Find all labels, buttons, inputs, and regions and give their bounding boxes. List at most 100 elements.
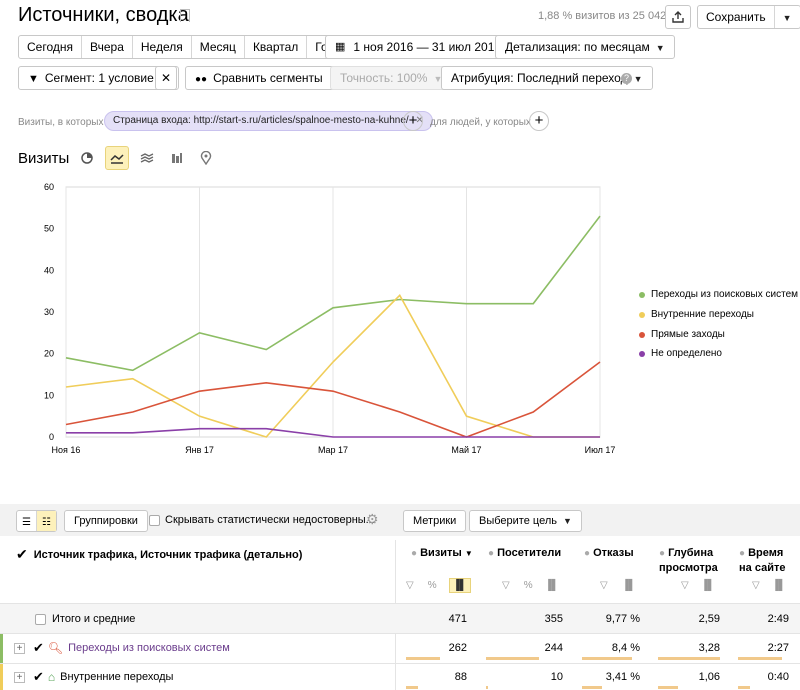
value-bar [406,686,418,689]
row-bounces: 8,4 % [611,642,640,654]
chart-type-area[interactable] [135,146,159,170]
y-tick-label: 60 [44,182,54,192]
metrics-button[interactable]: Метрики [403,510,467,532]
filter-icon[interactable]: ▽ [752,580,760,591]
goal-select[interactable]: Выберите цель ▼ [469,510,582,532]
detail-select[interactable]: Детализация: по месяцам ▼ [495,35,675,59]
save-dropdown-button[interactable]: ▼ [775,6,800,28]
checkmark-icon[interactable]: ✔ [33,640,44,656]
list-icon: ☰ [22,517,31,528]
period-selector: Сегодня Вчера Неделя Месяц Квартал Год [18,35,344,59]
period-today[interactable]: Сегодня [19,36,82,58]
percent-toggle[interactable]: % [524,580,533,591]
add-condition-button[interactable]: + [403,111,423,131]
chevron-down-icon: ▼ [655,43,665,53]
bar-chart-icon[interactable]: ▐▌ [701,580,715,591]
column-header-bounces[interactable]: ● Отказы [584,546,634,561]
totals-visits: 471 [448,613,467,625]
checkmark-icon[interactable]: ✔ [33,669,44,685]
period-month[interactable]: Месяц [192,36,245,58]
accuracy-label: Точность: 100% [340,71,428,85]
y-tick-label: 0 [49,432,54,442]
bar-chart-icon[interactable]: ▐▌ [622,580,636,591]
calendar-icon: ▦ [335,41,346,53]
x-tick-label: Мар 17 [318,445,348,455]
chart-type-bar[interactable] [165,146,189,170]
list-view-button[interactable]: ☰ [17,511,37,531]
legend-item[interactable]: Не определено [639,348,722,359]
filter-icon[interactable]: ▽ [681,580,689,591]
bar-chart-icon[interactable]: ▐▌ [448,578,471,593]
compare-segments-select[interactable]: ●●Сравнить сегменты▼ [185,66,348,90]
help-icon[interactable]: ? [621,73,632,84]
legend-label: Не определено [651,348,722,359]
x-tick-label: Май 17 [451,445,481,455]
filter-icon[interactable]: ▽ [406,580,414,591]
dimension-header[interactable]: ✔ Источник трафика, Источник трафика (де… [16,546,302,563]
hide-unreliable-checkbox[interactable]: Скрывать статистически недостоверны... [149,514,375,526]
value-bar [738,657,782,660]
chart-type-line[interactable] [105,146,129,170]
period-quarter[interactable]: Квартал [245,36,308,58]
chart-type-map[interactable] [194,146,218,170]
filter-chip[interactable]: Страница входа: http://start-s.ru/articl… [104,111,433,131]
expand-row-button[interactable]: + [14,643,25,654]
totals-visitors: 355 [544,613,563,625]
save-button[interactable]: Сохранить [698,6,775,28]
table-row[interactable]: ✔ 🔍︎ Переходы из поисковых систем [33,640,230,656]
share-button[interactable] [665,5,691,29]
gear-icon[interactable]: ⚙ [366,511,379,528]
row-color-marker [0,664,3,690]
table-row[interactable]: ✔ ⌂ Внутренние переходы [33,669,173,685]
checkbox[interactable] [35,613,46,625]
tree-view-button[interactable]: ☷ [36,511,56,531]
segment-clear-button[interactable]: ✕ [155,66,177,90]
add-people-condition-button[interactable]: + [529,111,549,131]
period-week[interactable]: Неделя [133,36,192,58]
period-yesterday[interactable]: Вчера [82,36,133,58]
checkmark-icon[interactable]: ✔ [16,546,28,563]
accuracy-select[interactable]: Точность: 100% ▼ [330,66,453,90]
row-depth: 3,28 [698,642,720,654]
visits-share-text: 1,88 % визитов из 25 042 [538,10,667,22]
value-bar [582,657,632,660]
column-header-depth[interactable]: ● Глубина просмотра [659,546,719,575]
bar-chart-icon[interactable]: ▐▌ [545,580,559,591]
y-tick-label: 30 [44,307,54,317]
column-filter-bounces: ▽ ▐▌ [600,580,636,591]
compare-label: Сравнить сегменты [213,71,323,85]
bookmark-icon[interactable] [180,9,190,22]
legend-item[interactable]: Внутренние переходы [639,309,754,320]
view-toggle: ☰ ☷ [16,510,57,532]
groupings-button[interactable]: Группировки [64,510,148,532]
row-visitors: 10 [550,671,563,683]
filter-icon[interactable]: ▽ [600,580,608,591]
row-label-link[interactable]: Переходы из поисковых систем [68,642,230,654]
date-range-picker[interactable]: ▦ 1 ноя 2016 — 31 июл 2017 [325,35,512,59]
column-header-label: Посетители [497,547,562,559]
legend-item[interactable]: Переходы из поисковых систем [639,289,798,300]
column-header-visitors[interactable]: ● Посетители [488,546,561,561]
value-bar [486,657,539,660]
segment-label: Сегмент: 1 условие [44,71,154,85]
row-label: Внутренние переходы [60,671,174,683]
close-icon: ✕ [160,71,172,85]
column-header-visits[interactable]: ● Визиты ▼ [411,546,473,561]
column-header-time[interactable]: ● Время на сайте [739,546,799,575]
filter-icon[interactable]: ▽ [502,580,510,591]
expand-row-button[interactable]: + [14,672,25,683]
info-icon: ● [659,548,666,559]
info-icon: ● [411,548,418,559]
chart-type-pie[interactable] [75,146,99,170]
legend-item[interactable]: Прямые заходы [639,329,725,340]
bar-chart-icon[interactable]: ▐▌ [772,580,786,591]
checkbox[interactable] [149,514,160,526]
column-filter-depth: ▽ ▐▌ [681,580,715,591]
row-divider [0,633,800,634]
tree-icon: ☷ [41,517,51,528]
percent-toggle[interactable]: % [428,580,437,591]
info-icon: ● [488,548,495,559]
value-bar [406,657,440,660]
column-filter-time: ▽ ▐▌ [752,580,786,591]
column-header-label: Глубина просмотра [659,547,718,574]
